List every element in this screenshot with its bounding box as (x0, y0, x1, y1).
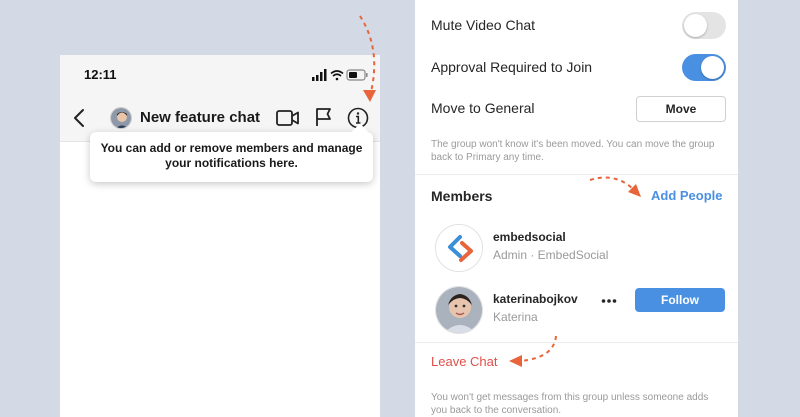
mute-video-chat-toggle[interactable] (682, 12, 726, 39)
setting-label: Approval Required to Join (431, 59, 593, 75)
add-people-button[interactable]: Add People (651, 188, 723, 203)
toggle-knob (701, 56, 724, 79)
divider (415, 174, 738, 175)
leave-helper-text: You won't get messages from this group u… (431, 392, 709, 416)
more-options-icon[interactable] (601, 298, 617, 304)
status-time: 12:11 (84, 67, 117, 82)
setting-label: Move to General (431, 100, 535, 116)
avatar (435, 286, 483, 334)
divider (415, 342, 738, 343)
setting-mute-video-chat: Mute Video Chat (431, 11, 726, 41)
annotation-arrow-icon (359, 15, 376, 102)
member-username: embedsocial (493, 230, 566, 244)
move-button[interactable]: Move (636, 96, 726, 122)
annotation-arrow-icon (509, 335, 557, 367)
signal-bars-icon (312, 69, 327, 81)
chevron-left-icon[interactable] (72, 108, 86, 128)
annotation-arrow-icon (589, 176, 641, 197)
member-username: katerinabojkov (493, 292, 578, 306)
setting-approval-required: Approval Required to Join (431, 53, 726, 83)
setting-move-to-general: Move to General Move (431, 94, 726, 124)
member-row[interactable]: katerinabojkov Katerina Follow (431, 286, 726, 336)
move-helper-text: The group won't know it's been moved. Yo… (431, 139, 715, 163)
avatar[interactable] (110, 107, 132, 129)
chat-details-panel: Mute Video Chat Approval Required to Joi… (415, 0, 738, 417)
approval-required-toggle[interactable] (682, 54, 726, 81)
leave-chat-button[interactable]: Leave Chat (431, 354, 498, 369)
member-subtitle: Katerina (493, 310, 538, 324)
member-row[interactable]: embedsocial Admin · EmbedSocial (431, 224, 726, 274)
avatar (435, 224, 483, 272)
setting-label: Mute Video Chat (431, 17, 536, 33)
video-camera-icon[interactable] (276, 109, 300, 127)
toggle-knob (684, 14, 707, 37)
tooltip-text: You can add or remove members and manage… (100, 141, 363, 170)
flag-icon[interactable] (315, 107, 333, 127)
member-subtitle: Admin · EmbedSocial (493, 248, 609, 262)
chat-title[interactable]: New feature chat (140, 109, 260, 126)
tooltip: You can add or remove members and manage… (90, 123, 373, 182)
follow-button[interactable]: Follow (635, 288, 725, 312)
members-title: Members (431, 188, 493, 204)
